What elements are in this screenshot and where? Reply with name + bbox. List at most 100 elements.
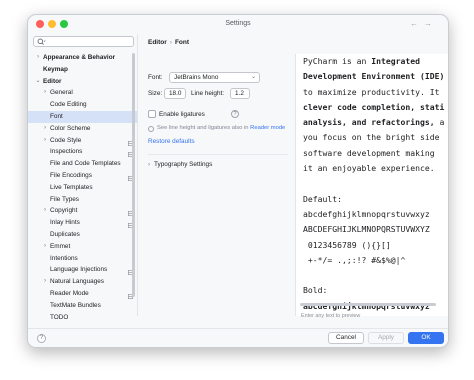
preview-segment: +-*/= .,;:!? #&$%@|^ [303, 254, 406, 265]
preview-line [303, 268, 448, 283]
sidebar-item[interactable]: TextMate Bundles [28, 300, 137, 312]
sidebar-item[interactable]: Keymap [28, 64, 137, 76]
chevron-right-icon[interactable]: › [42, 205, 48, 217]
sidebar-item-label: Intentions [50, 254, 78, 262]
sidebar-item-label: Inspections [50, 148, 83, 156]
enable-ligatures-label[interactable]: Enable ligatures [159, 111, 205, 118]
breadcrumb-current: Font [174, 39, 190, 46]
breadcrumb: Editor › Font [148, 39, 189, 46]
dialog-footer: ? Cancel Apply OK [28, 328, 448, 347]
preview-segment: to maximize productivity. It [303, 86, 440, 97]
preview-segment: clever code completion, stati [303, 101, 445, 112]
sidebar-item-label: TODO [50, 313, 69, 321]
preview-segment: Development Environment (IDE) [303, 71, 445, 82]
sidebar-item-label: Live Templates [50, 183, 93, 191]
sidebar-item-label: Duplicates [50, 230, 80, 238]
font-select[interactable]: JetBrains Mono ⌄ [169, 72, 260, 83]
help-icon[interactable]: ? [231, 110, 239, 118]
font-preview-area[interactable]: PyCharm is an Integrated Development Envi… [295, 54, 448, 316]
sidebar-item[interactable]: File and Code Templates [28, 158, 137, 170]
sidebar-item[interactable]: Font [28, 110, 137, 123]
sidebar-item[interactable]: › Appearance & Behavior [28, 52, 137, 64]
sidebar-item[interactable]: Reader Mode [28, 288, 137, 300]
back-arrow-icon[interactable]: ← [410, 19, 424, 28]
sidebar-item[interactable]: › Natural Languages [28, 276, 137, 288]
chevron-right-icon[interactable]: › [42, 123, 48, 135]
sidebar-item[interactable]: File Types [28, 194, 137, 206]
preview-line: analysis, and refactorings, a [303, 115, 448, 130]
preview-segment: Bold: [303, 285, 328, 296]
preview-segment: it an enjoyable experience. [303, 163, 435, 174]
sidebar-item[interactable]: Inlay Hints [28, 217, 137, 229]
forward-arrow-icon[interactable]: → [424, 19, 438, 28]
sidebar-item[interactable]: Duplicates [28, 229, 137, 241]
sidebar-item[interactable]: › Copyright [28, 205, 137, 217]
preview-segment: ABCDEFGHIJKLMNOPQRSTUVWXYZ [303, 224, 430, 235]
sidebar-item-label: TextMate Bundles [50, 301, 101, 309]
line-height-field[interactable]: 1.2 [230, 88, 250, 99]
chevron-right-icon[interactable]: › [35, 52, 41, 64]
cancel-button[interactable]: Cancel [328, 332, 364, 344]
preview-line: to maximize productivity. It [303, 85, 448, 100]
preview-line: you focus on the bright side [303, 130, 448, 145]
preview-segment: a [434, 117, 445, 128]
size-field[interactable]: 18.0 [164, 88, 186, 99]
preview-line [303, 176, 448, 191]
typography-settings-toggle[interactable]: › Typography Settings [148, 161, 212, 168]
sidebar-item-label: Reader Mode [50, 289, 89, 297]
restore-defaults-link[interactable]: Restore defaults [148, 138, 195, 145]
sidebar-item-label: File and Code Templates [50, 160, 121, 168]
preview-segment: 0123456789 (){}[] [303, 239, 391, 250]
sidebar-item[interactable]: TODO [28, 312, 137, 324]
preview-line: +-*/= .,;:!? #&$%@|^ [303, 253, 448, 268]
reader-mode-link[interactable]: Reader mode [250, 125, 285, 131]
sidebar-item[interactable]: ⌄ Editor [28, 76, 137, 88]
ok-button[interactable]: OK [408, 332, 444, 344]
chevron-right-icon[interactable]: › [42, 135, 48, 147]
sidebar-item[interactable]: › Color Scheme [28, 123, 137, 135]
preview-line: Default: [303, 192, 448, 207]
sidebar-item-label: Editor [43, 77, 62, 85]
preview-segment: you focus on the bright side [303, 132, 440, 143]
chevron-right-icon[interactable]: › [42, 87, 48, 99]
search-input[interactable] [33, 36, 134, 47]
preview-text[interactable]: PyCharm is an Integrated Development Envi… [303, 54, 448, 314]
sidebar-item-label: Inlay Hints [50, 219, 80, 227]
chevron-down-icon: ⌄ [250, 74, 256, 80]
settings-window: Settings › Appearance & Behavior Keymap ⌄ Ed… [27, 14, 449, 348]
preview-line: 0123456789 (){}[] [303, 238, 448, 253]
settings-sidebar: › Appearance & Behavior Keymap ⌄ Editor › Gene… [28, 34, 137, 321]
breadcrumb-parent[interactable]: Editor [148, 39, 167, 46]
sidebar-item[interactable]: Inspections [28, 146, 137, 158]
font-settings-panel: Editor › Font Font: JetBrains Mono ⌄ Size:… [138, 34, 295, 316]
sidebar-item[interactable]: Intentions [28, 253, 137, 265]
apply-button[interactable]: Apply [368, 332, 404, 344]
line-height-label: Line height: [191, 90, 225, 97]
sidebar-item[interactable]: › Emmet [28, 241, 137, 253]
help-button[interactable]: ? [37, 334, 46, 343]
sidebar-item[interactable]: File Encodings [28, 170, 137, 182]
settings-tree: › Appearance & Behavior Keymap ⌄ Editor › Gene… [28, 52, 137, 323]
chevron-right-icon: › [148, 162, 150, 168]
sidebar-scrollbar[interactable] [132, 53, 135, 297]
chevron-right-icon[interactable]: › [42, 241, 48, 253]
breadcrumb-separator: › [169, 39, 172, 46]
sidebar-item[interactable]: › General [28, 87, 137, 99]
preview-scrollbar[interactable] [300, 303, 436, 306]
sidebar-item-label: Keymap [43, 65, 68, 73]
sidebar-item-label: Font [50, 112, 63, 120]
sidebar-item[interactable]: Code Editing [28, 99, 137, 111]
chevron-right-icon[interactable]: › [42, 276, 48, 288]
preview-line: ABCDEFGHIJKLMNOPQRSTUVWXYZ [303, 222, 448, 237]
sidebar-item-label: File Encodings [50, 171, 92, 179]
preview-line: software development making [303, 146, 448, 161]
preview-line: PyCharm is an Integrated [303, 54, 448, 69]
sidebar-item[interactable]: › Code Style [28, 135, 137, 147]
enable-ligatures-checkbox[interactable] [148, 110, 156, 118]
chevron-down-icon[interactable]: ⌄ [35, 76, 41, 88]
preview-segment: abcdefghijklmnopqrstuvwxyz [303, 208, 430, 219]
navigation-arrows: ←→ [410, 19, 438, 28]
sidebar-item[interactable]: Live Templates [28, 182, 137, 194]
sidebar-item[interactable]: Language Injections [28, 264, 137, 276]
sidebar-item-label: General [50, 89, 73, 97]
